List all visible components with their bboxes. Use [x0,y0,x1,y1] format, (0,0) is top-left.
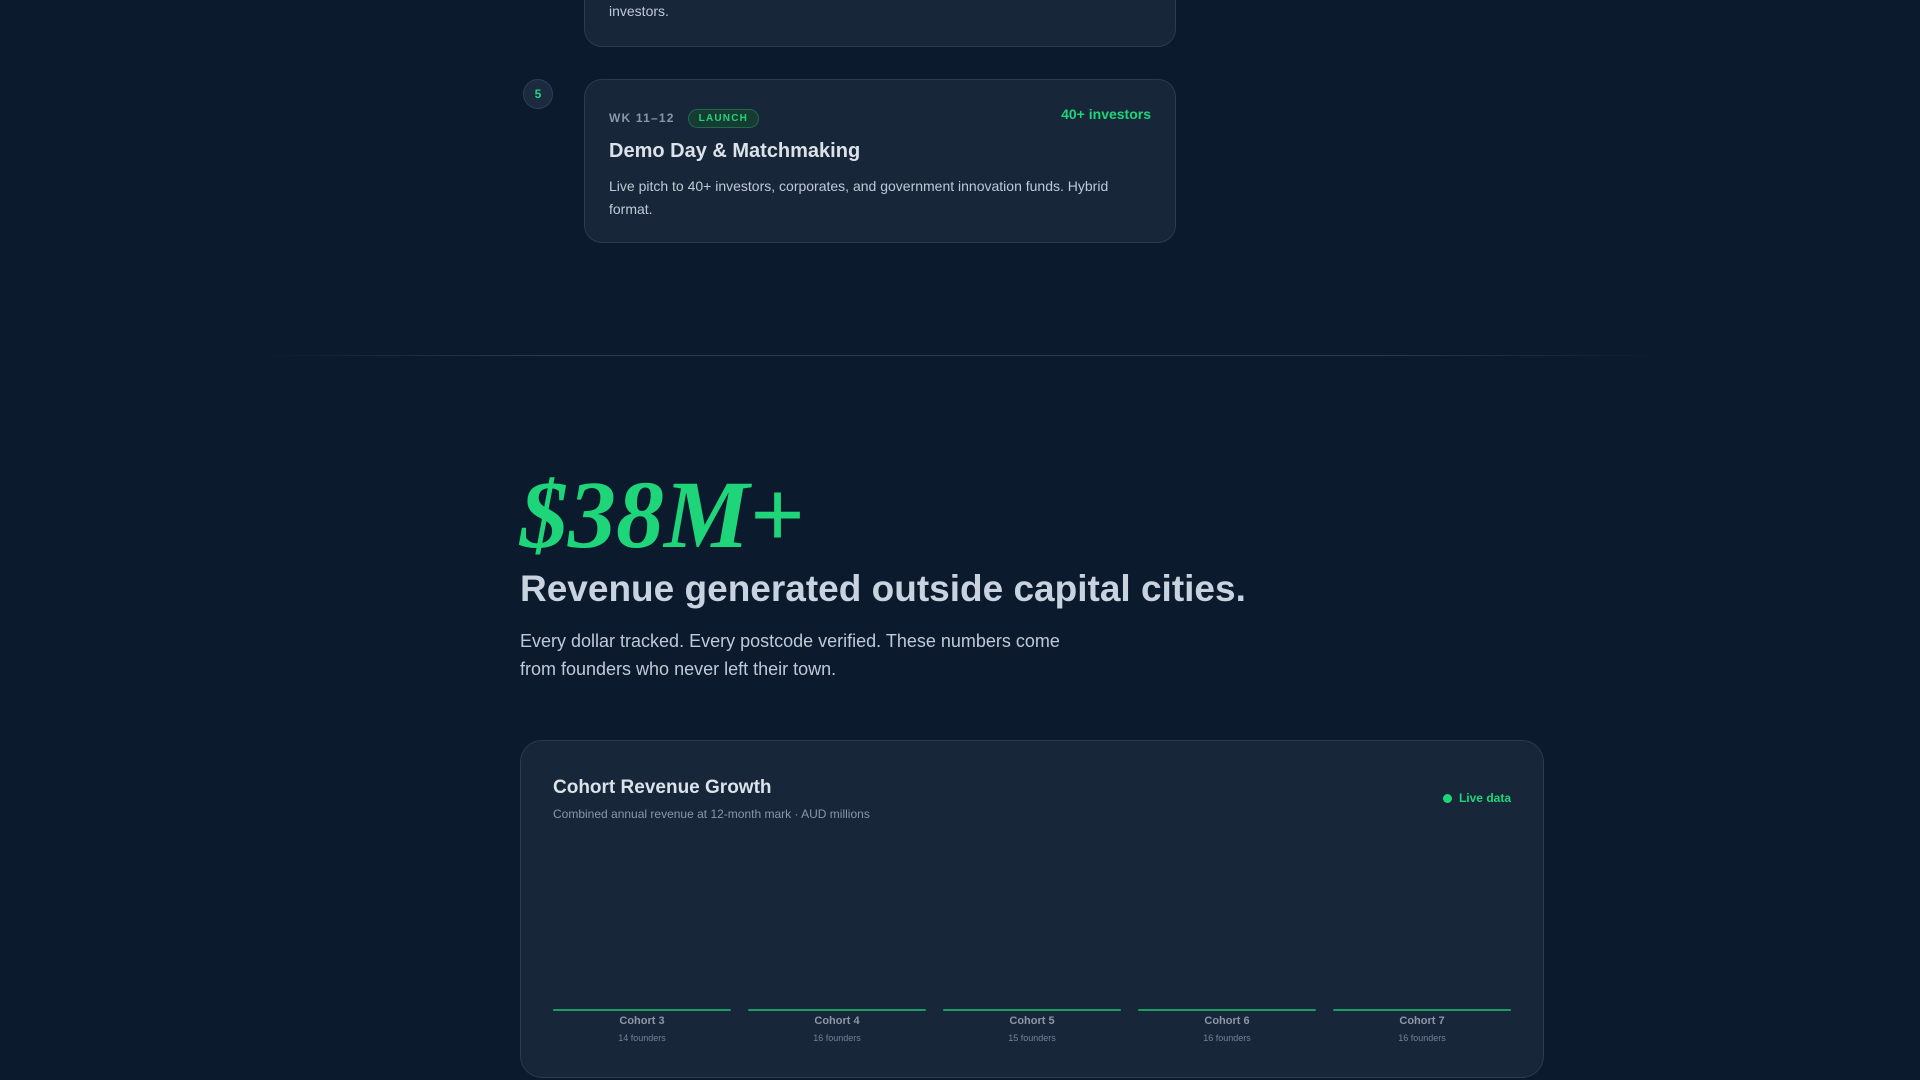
bar-label: Cohort 5 15 founders [943,1015,1121,1043]
bar[interactable] [553,1009,731,1011]
bar[interactable] [1138,1009,1316,1011]
bar[interactable] [748,1009,926,1011]
stat-headline: Revenue generated outside capital cities… [520,568,1246,609]
chart-labels: Cohort 3 14 founders Cohort 4 16 founders Co… [553,1015,1511,1043]
section-divider [260,355,1660,356]
revenue-stat: $38M+ [520,461,805,568]
step-week: WK 11–12 [609,111,675,125]
cohort-revenue-chart: Cohort Revenue Growth Combined annual re… [520,740,1544,1078]
bar-label: Cohort 6 16 founders [1138,1015,1316,1043]
step-number-badge: 5 [523,79,553,109]
chart-title: Cohort Revenue Growth [553,777,772,798]
chart-subtitle: Combined annual revenue at 12-month mark… [553,807,870,821]
bar-column [1333,851,1511,1011]
step-title: Demo Day & Matchmaking [609,140,861,162]
timeline-card-5: WK 11–12 LAUNCH 40+ investors Demo Day &… [584,79,1176,243]
stat-lead: Every dollar tracked. Every postcode ver… [520,631,1060,679]
cohort-founders: 16 founders [1203,1033,1251,1043]
cohort-founders: 16 founders [813,1033,861,1043]
cohort-name: Cohort 7 [1399,1015,1445,1027]
page: investors. 5 WK 11–12 LAUNCH 40+ investo… [0,0,1920,1080]
timeline-card-4: investors. [584,0,1176,47]
live-dot-icon [1442,793,1452,803]
bar-column [1138,851,1316,1011]
bar-label: Cohort 7 16 founders [1333,1015,1511,1043]
step-highlight: 40+ investors [1061,106,1151,122]
bar-column [748,851,926,1011]
chart-bars [553,851,1511,1011]
cohort-founders: 15 founders [1008,1033,1056,1043]
bar-label: Cohort 4 16 founders [748,1015,926,1043]
cohort-name: Cohort 5 [1009,1015,1055,1027]
cohort-name: Cohort 3 [619,1015,665,1027]
cohort-founders: 14 founders [618,1033,666,1043]
bar[interactable] [943,1009,1121,1011]
step-description: Live pitch to 40+ investors, corporates,… [609,178,1109,217]
step-description: investors. [609,3,669,19]
cohort-founders: 16 founders [1398,1033,1446,1043]
phase-badge: LAUNCH [687,108,760,128]
bar[interactable] [1333,1009,1511,1011]
live-data-indicator: Live data [1442,791,1511,805]
live-data-label: Live data [1458,791,1511,805]
bar-column [553,851,731,1011]
cohort-name: Cohort 6 [1204,1015,1250,1027]
bar-column [943,851,1121,1011]
cohort-name: Cohort 4 [814,1015,860,1027]
bar-label: Cohort 3 14 founders [553,1015,731,1043]
